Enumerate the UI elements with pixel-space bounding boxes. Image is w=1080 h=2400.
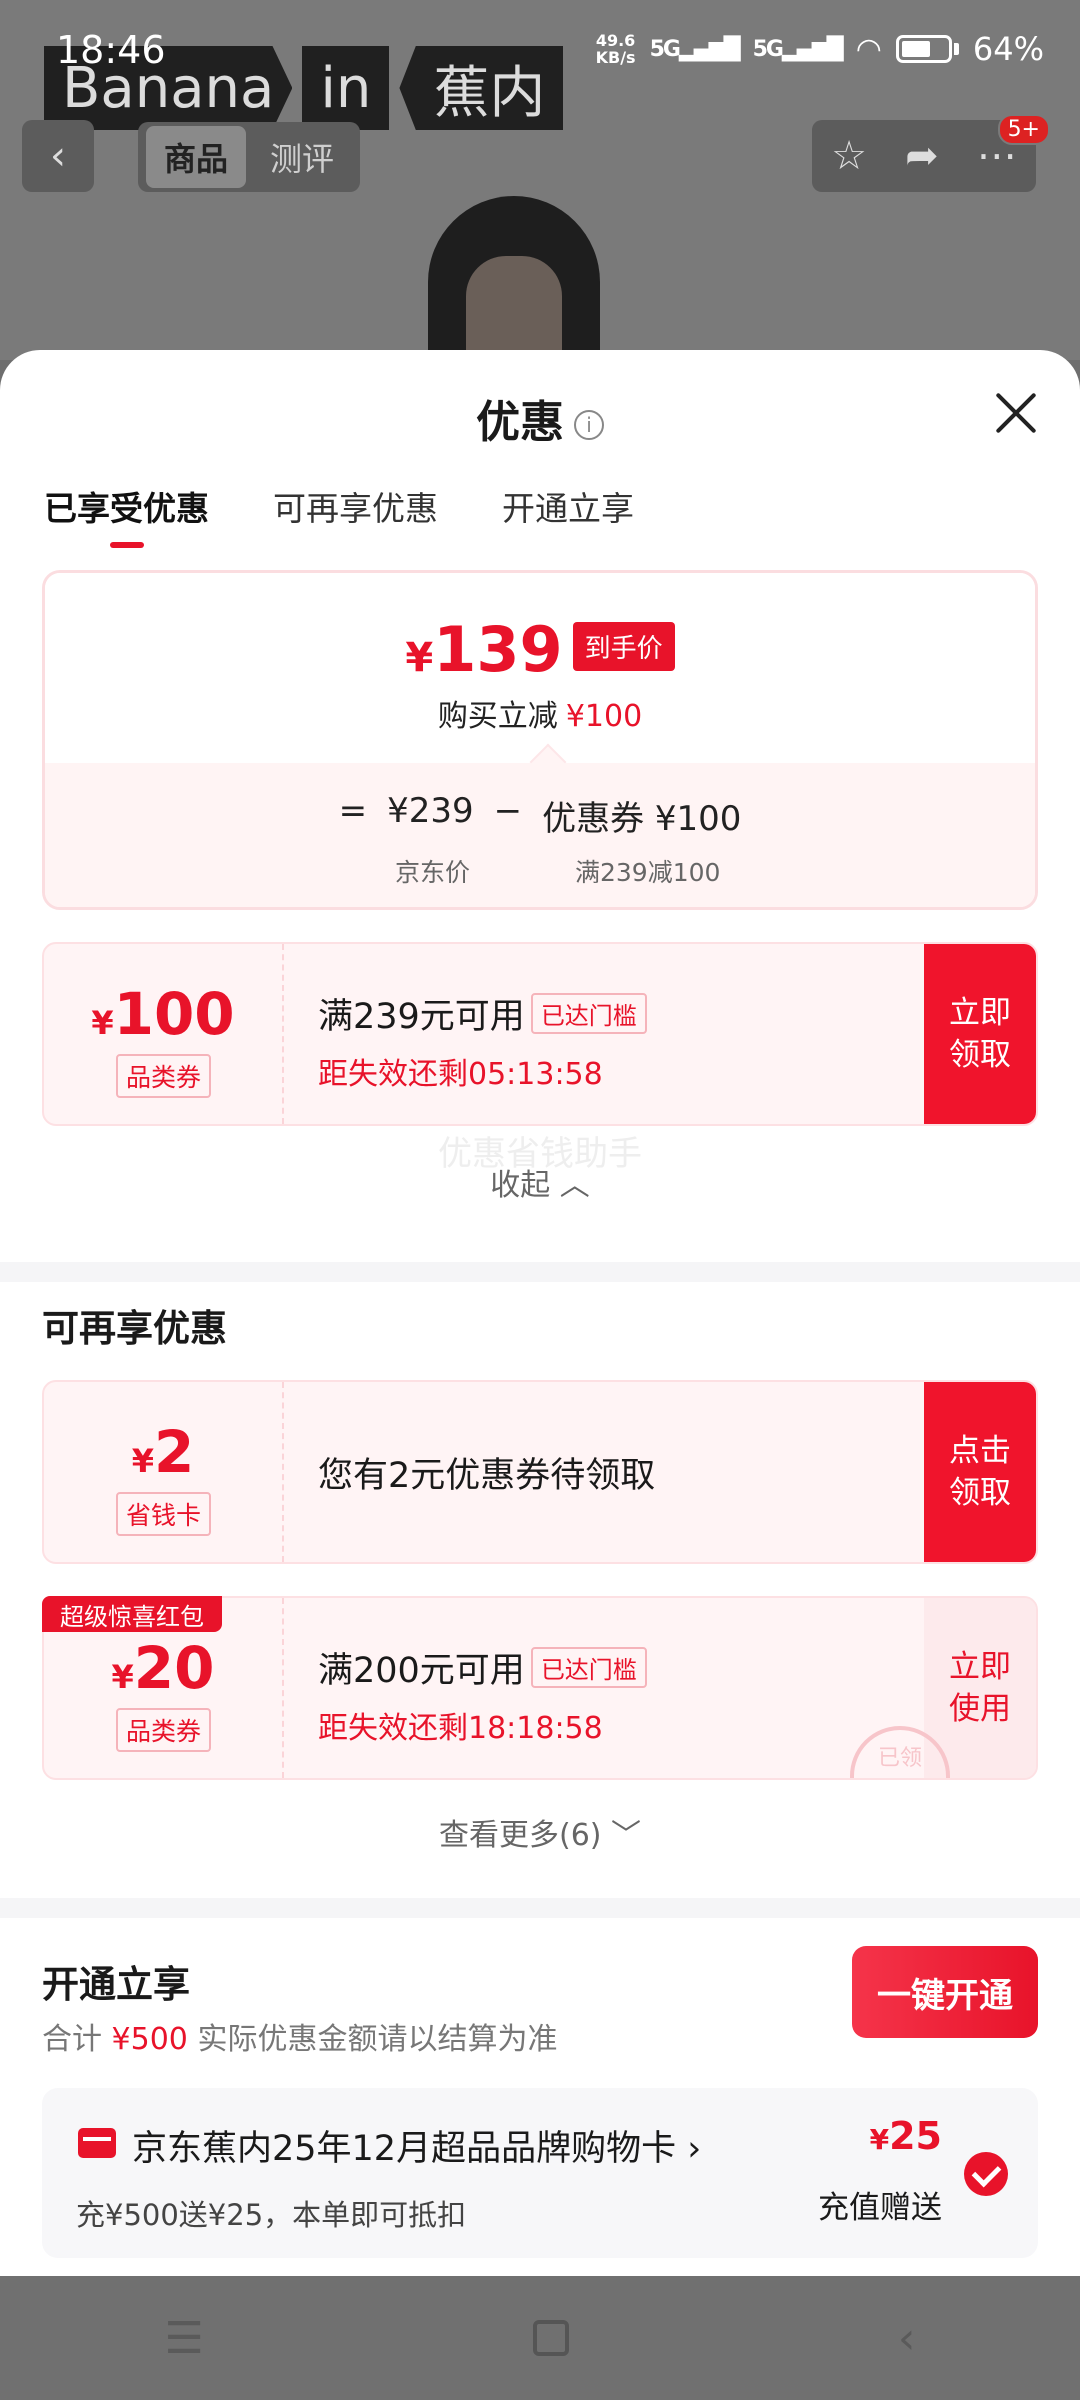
coupon-value: ¥100 [91, 980, 235, 1048]
savings-card-text: 您有2元优惠券待领取 [318, 1455, 656, 1496]
super-surprise-tag: 超级惊喜红包 [42, 1596, 222, 1632]
discount-summary: 购买立减 ¥100 [437, 699, 643, 734]
wifi-icon: ◠ [855, 31, 882, 67]
checkmark-icon[interactable] [964, 2152, 1008, 2196]
tab-enjoyed[interactable]: 已享受优惠 [44, 482, 209, 548]
coupon-countdown: 距失效还剩18:18:58 [318, 1711, 603, 1746]
info-icon[interactable]: i [574, 410, 604, 440]
status-indicators: 49.6 KB/s 5G▂▄▆█ 5G▂▄▆█ ◠ 64% [596, 30, 1044, 68]
card-icon [78, 2128, 116, 2158]
product-model-image [428, 196, 600, 360]
final-price-tag: 到手价 [572, 622, 675, 671]
coupon-card: ¥100 品类券 满239元可用 已达门槛 距失效还剩05:13:58 立即 领取 [42, 942, 1038, 1126]
system-nav-bar: ☰ ‹ [0, 2276, 1080, 2400]
signal-icon-1: 5G▂▄▆█ [649, 36, 741, 62]
gift-card-subtitle: 充¥500送¥25，本单即可抵扣 [76, 2198, 467, 2232]
coupon-condition: 满200元可用 已达门槛 [318, 1642, 647, 1693]
gift-card-title[interactable]: 京东蕉内25年12月超品品牌购物卡 › [132, 2120, 701, 2171]
click-claim-button[interactable]: 点击 领取 [924, 1382, 1036, 1562]
tab-open-enjoy[interactable]: 开通立享 [502, 482, 634, 548]
coupon-type-badge: 品类券 [116, 1708, 212, 1752]
one-click-open-button[interactable]: 一键开通 [852, 1946, 1038, 2038]
coupon-countdown: 距失效还剩05:13:58 [318, 1057, 603, 1092]
gift-card-offer[interactable]: 京东蕉内25年12月超品品牌购物卡 › 充¥500送¥25，本单即可抵扣 ¥25… [42, 2088, 1038, 2258]
back-icon[interactable]: ‹ [898, 2313, 916, 2364]
coupon-deduction: 优惠券 ¥100 [542, 799, 742, 839]
threshold-badge: 已达门槛 [530, 993, 647, 1034]
home-icon[interactable] [532, 2320, 569, 2356]
coupon-condition: 满239元可用 已达门槛 [318, 988, 647, 1039]
favorite-star-icon[interactable]: ☆ [831, 133, 867, 179]
final-price: ¥139 到手价 [45, 613, 1035, 686]
section-divider [0, 1898, 1080, 1918]
coupon-type-badge: 省钱卡 [116, 1492, 212, 1536]
sheet-title: 优惠 i [0, 386, 1080, 450]
section-title-open: 开通立享 [42, 1963, 190, 2006]
price-summary-card: ¥139 到手价 购买立减 ¥100 = ¥239 − 优惠券 ¥100 京东价 满… [42, 570, 1038, 910]
status-bar: 18:46 49.6 KB/s 5G▂▄▆█ 5G▂▄▆█ ◠ 64% [0, 0, 1080, 100]
price-breakdown: = ¥239 − 优惠券 ¥100 京东价 满239减100 [45, 763, 1035, 907]
signal-icon-2: 5G▂▄▆█ [752, 36, 844, 62]
coupon-value: ¥2 [131, 1418, 195, 1486]
battery-icon [895, 35, 952, 63]
section-divider [0, 1262, 1080, 1282]
claim-button[interactable]: 立即 领取 [924, 944, 1036, 1124]
product-tabs: 商品 测评 [138, 122, 361, 192]
jd-price-label: 京东价 [395, 858, 471, 887]
jd-price: ¥239 [387, 791, 474, 831]
threshold-badge: 已达门槛 [530, 1647, 647, 1688]
discount-tabs: 已享受优惠 可再享优惠 开通立享 [44, 482, 634, 548]
coupon-type-badge: 品类券 [116, 1054, 212, 1098]
gift-card-bonus-label: 充值赠送 [818, 2190, 942, 2226]
coupon-rule-label: 满239减100 [575, 858, 721, 887]
back-icon[interactable]: ‹ [22, 120, 94, 192]
product-top-nav: ‹ 商品 测评 ☆ ➦ ⋯ 5+ [22, 114, 1058, 194]
collapse-link[interactable]: 收起 ︿ [0, 1160, 1080, 1204]
open-total-note: 合计 ¥500 实际优惠金额请以结算为准 [42, 2022, 558, 2057]
share-icon[interactable]: ➦ [905, 133, 939, 179]
gift-card-bonus: ¥25 [869, 2114, 942, 2158]
savings-card: ¥2 省钱卡 您有2元优惠券待领取 点击 领取 [42, 1380, 1038, 1564]
menu-icon[interactable]: ☰ [164, 2313, 203, 2364]
status-time: 18:46 [56, 28, 166, 72]
coupon-value: ¥20 [111, 1634, 215, 1702]
tab-more-discounts[interactable]: 可再享优惠 [273, 482, 438, 548]
discount-sheet: 优惠 i 已享受优惠 可再享优惠 开通立享 ¥139 到手价 购买立减 ¥100 = … [0, 350, 1080, 2276]
tab-review[interactable]: 测评 [252, 126, 352, 188]
network-speed: 49.6 KB/s [595, 31, 636, 67]
section-title-more: 可再享优惠 [42, 1307, 227, 1350]
product-actions: ☆ ➦ ⋯ 5+ [812, 114, 1050, 192]
close-icon[interactable] [994, 390, 1038, 434]
tab-product[interactable]: 商品 [146, 126, 247, 188]
message-badge: 5+ [997, 114, 1050, 145]
view-more-link[interactable]: 查看更多(6) ﹀ [0, 1810, 1080, 1854]
battery-level: 64% [972, 30, 1044, 68]
